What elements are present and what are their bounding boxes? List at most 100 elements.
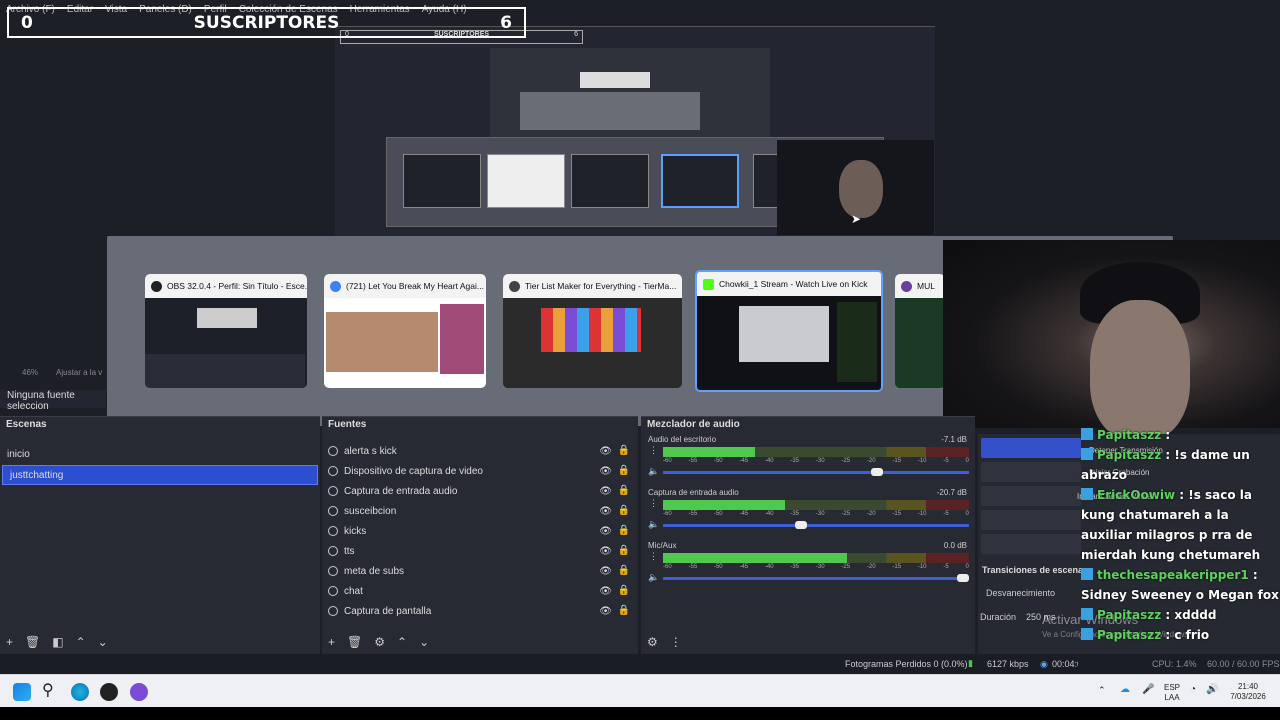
eye-icon[interactable]: 👁 [599, 566, 612, 577]
clock[interactable]: 21:40 7/03/2026 [1226, 682, 1270, 702]
window-card-obs[interactable]: OBS 32.0.4 - Perfil: Sin Título - Esce..… [145, 274, 307, 388]
recursive-preview [490, 48, 770, 138]
chat-message: Papitaszz : xdddd [1081, 605, 1280, 625]
remove-source-button[interactable]: 🗑 [347, 635, 362, 649]
wifi-icon[interactable]: ◔ [1190, 685, 1196, 695]
chevron-up-icon[interactable]: ⌃ [1098, 685, 1106, 695]
move-down-button[interactable]: ⌄ [419, 635, 429, 649]
chat-text: xdddd [1174, 608, 1217, 622]
source-item[interactable]: chat 👁 🔒 [322, 581, 638, 601]
scale-tick: -5 [943, 511, 949, 517]
scene-item[interactable]: inicio [0, 445, 320, 465]
source-item[interactable]: Captura de entrada audio 👁 🔒 [322, 481, 638, 501]
scale-tick: -50 [713, 458, 723, 464]
add-source-button[interactable]: + [328, 635, 335, 649]
status-bar: Fotogramas Perdidos 0 (0.0%) ▮ 6127 kbps… [0, 654, 1280, 674]
edge-icon[interactable] [71, 683, 89, 701]
gear-icon[interactable]: ⚙ [647, 635, 658, 649]
level-fill [663, 447, 755, 457]
source-item[interactable]: meta de subs 👁 🔒 [322, 561, 638, 581]
lock-icon[interactable]: 🔒 [618, 505, 630, 516]
eye-icon[interactable]: 👁 [599, 546, 612, 557]
move-up-button[interactable]: ⌃ [397, 635, 407, 649]
scale-tick: -30 [815, 564, 825, 570]
more-icon[interactable]: ⋮ [649, 445, 658, 456]
move-up-button[interactable]: ⌃ [76, 635, 86, 649]
source-label: tts [344, 545, 355, 557]
lock-icon[interactable]: 🔒 [618, 525, 630, 536]
scale-tick: 0 [965, 458, 969, 464]
studio-mode-button[interactable] [981, 510, 1081, 530]
source-item[interactable]: alerta s kick 👁 🔒 [322, 441, 638, 461]
source-item[interactable]: kicks 👁 🔒 [322, 521, 638, 541]
eye-icon[interactable]: 👁 [599, 506, 612, 517]
add-scene-button[interactable]: + [6, 635, 13, 649]
start-recording-button[interactable]: Iniciar Grabación [981, 462, 1149, 482]
volume-knob[interactable] [794, 521, 807, 529]
move-down-button[interactable]: ⌄ [98, 635, 108, 649]
window-card-partial[interactable]: MUL [895, 274, 945, 388]
app-taskbar-icon[interactable] [130, 683, 148, 701]
meter-scale: -60 -55 -50 -45 -40 -35 -30 -25 -20 -15 -10 -5 0 [663, 458, 969, 464]
scene-item-active[interactable]: justtchatting [2, 465, 318, 485]
speaker-icon[interactable]: 🔈 [648, 572, 659, 583]
level-meter [663, 447, 969, 457]
settings-button[interactable] [981, 534, 1081, 554]
source-item[interactable]: Captura de pantalla 👁 🔒 [322, 601, 638, 621]
chat-user: Papitaszz [1097, 448, 1162, 462]
mini-window-1 [403, 154, 481, 208]
volume-knob[interactable] [957, 574, 969, 582]
eye-icon[interactable]: 👁 [599, 446, 612, 457]
search-icon[interactable]: ⚲ [42, 680, 60, 699]
cloud-icon[interactable]: ☁ [1120, 685, 1130, 695]
zoom-level[interactable]: 46% [22, 368, 38, 382]
lock-icon[interactable]: 🔒 [618, 485, 630, 496]
scale-tick: -25 [841, 564, 851, 570]
lock-icon[interactable]: 🔒 [618, 465, 630, 476]
lock-icon[interactable]: 🔒 [618, 445, 630, 456]
eye-icon[interactable]: 👁 [599, 486, 612, 497]
source-item[interactable]: Dispositivo de captura de video 👁 🔒 [322, 461, 638, 481]
window-card-kick[interactable]: Chowkii_1 Stream - Watch Live on Kick [695, 270, 883, 392]
lock-icon[interactable]: 🔒 [618, 605, 630, 616]
transition-type[interactable]: Desvanecimiento [986, 588, 1055, 598]
duration-label: Duración [980, 612, 1017, 622]
eye-icon[interactable]: 👁 [599, 526, 612, 537]
volume-icon[interactable]: 🔊 [1206, 685, 1218, 695]
source-item[interactable]: susceibcion 👁 🔒 [322, 501, 638, 521]
lock-icon[interactable]: 🔒 [618, 585, 630, 596]
volume-slider[interactable] [663, 468, 969, 476]
obs-taskbar-icon[interactable] [100, 683, 118, 701]
more-icon[interactable]: ⋮ [670, 635, 682, 649]
stop-stream-button[interactable]: Detener Transmisión [981, 438, 1163, 458]
scale-tick: -5 [943, 458, 949, 464]
microphone-icon[interactable]: 🎤 [1142, 685, 1154, 695]
volume-slider[interactable] [663, 521, 969, 529]
text-icon [328, 506, 338, 516]
bitrate: 6127 kbps [987, 659, 1029, 669]
eye-icon[interactable]: 👁 [599, 606, 612, 617]
more-icon[interactable]: ⋮ [649, 498, 658, 509]
eye-icon[interactable]: 👁 [599, 586, 612, 597]
gear-icon[interactable]: ⚙ [374, 635, 385, 649]
eye-icon[interactable]: 👁 [599, 466, 612, 477]
volume-slider[interactable] [663, 574, 969, 582]
language-indicator[interactable]: ESP LAA [1163, 683, 1181, 703]
window-card-youtube[interactable]: (721) Let You Break My Heart Agai... [324, 274, 486, 388]
window-card-tiermaker[interactable]: Tier List Maker for Everything - TierMa.… [503, 274, 682, 388]
windows-start-icon[interactable] [13, 683, 31, 701]
speaker-icon[interactable]: 🔈 [648, 519, 659, 530]
virtual-camera-button[interactable]: Iniciar Cámara Virtual [981, 486, 1154, 506]
source-item[interactable]: tts 👁 🔒 [322, 541, 638, 561]
window-thumbnail [697, 296, 881, 390]
small-webcam: ➤ [777, 140, 934, 235]
speaker-icon[interactable]: 🔈 [648, 466, 659, 477]
more-icon[interactable]: ⋮ [649, 551, 658, 562]
tier-grid [541, 308, 641, 352]
fit-label[interactable]: Ajustar a la v [56, 368, 102, 382]
remove-scene-button[interactable]: 🗑 [25, 635, 40, 649]
volume-knob[interactable] [871, 468, 884, 476]
lock-icon[interactable]: 🔒 [618, 565, 630, 576]
lock-icon[interactable]: 🔒 [618, 545, 630, 556]
filter-scene-button[interactable]: ◧ [52, 635, 63, 649]
